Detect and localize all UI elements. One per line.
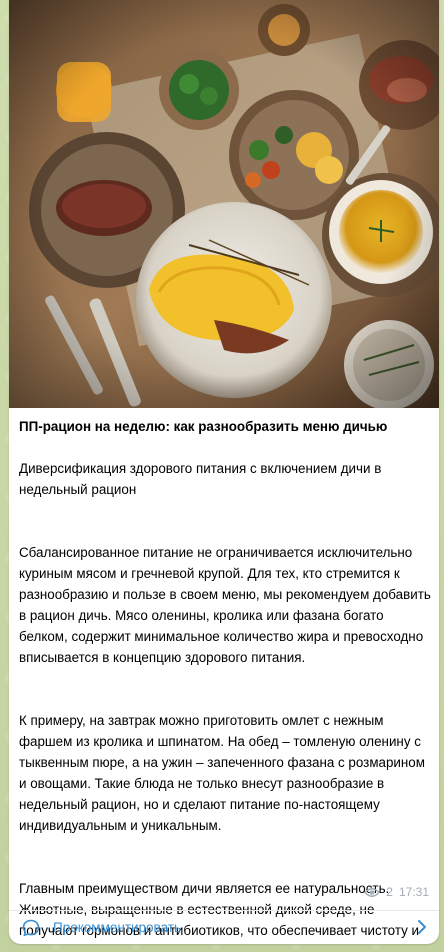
- post-paragraph-1: Сбалансированное питание не ограничивает…: [19, 545, 431, 665]
- food-table-illustration: [9, 0, 439, 408]
- comment-label: Прокомментировать: [53, 920, 181, 935]
- chevron-right-icon: [417, 919, 427, 940]
- message-bubble: ПП-рацион на неделю: как разнообразить м…: [9, 0, 439, 944]
- post-text: ПП-рацион на неделю: как разнообразить м…: [19, 410, 431, 944]
- view-count: 2: [386, 885, 393, 899]
- comment-icon: [21, 918, 41, 938]
- eye-icon: [364, 887, 381, 898]
- post-title: ПП-рацион на неделю: как разнообразить м…: [19, 419, 388, 434]
- message-meta: 2 17:31: [364, 885, 429, 899]
- post-subtitle: Диверсификация здорового питания с включ…: [19, 461, 382, 497]
- comment-button[interactable]: Прокомментировать: [9, 911, 439, 944]
- post-photo[interactable]: [9, 0, 439, 408]
- post-paragraph-2: К примеру, на завтрак можно приготовить …: [19, 713, 425, 833]
- message-time: 17:31: [398, 885, 429, 899]
